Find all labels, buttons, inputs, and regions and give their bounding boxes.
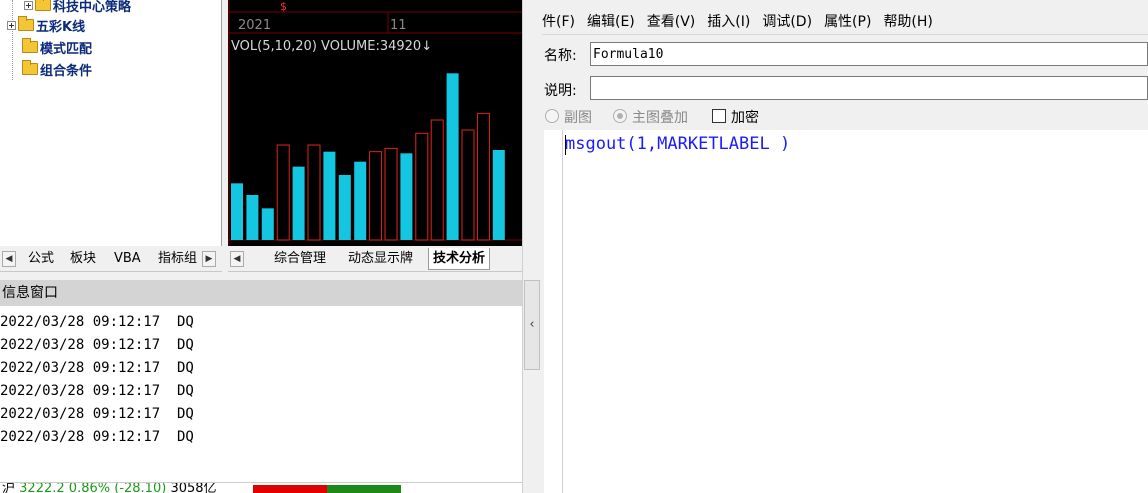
volume-bar	[461, 129, 475, 241]
menu-edit[interactable]: 编辑(E)	[581, 11, 641, 31]
code-editor[interactable]: msgout(1,MARKETLABEL )	[562, 130, 1148, 493]
expand-icon[interactable]	[7, 20, 16, 30]
volume-bar	[415, 132, 429, 241]
code-constant: MARKETLABEL	[657, 134, 770, 154]
chart-marker: $	[280, 0, 287, 13]
chart-year-label: 2021	[238, 18, 271, 33]
volume-bar	[369, 151, 383, 241]
log-line: 2022/03/28 09:12:17 DQ	[0, 406, 194, 422]
menu-debug[interactable]: 调试(D)	[756, 11, 818, 31]
expand-icon[interactable]	[24, 0, 33, 10]
tab-formula[interactable]: 公式	[24, 248, 58, 270]
chart-tab-scroll-left-button[interactable]: ◀	[230, 251, 244, 267]
volume-bar	[246, 195, 259, 240]
folder-icon	[22, 60, 38, 75]
market-status-bar: 沪 3222.2 0.86% (-28.10) 3058亿	[0, 482, 522, 493]
volume-bar	[307, 144, 321, 241]
volume-bars	[231, 73, 505, 241]
name-label: 名称:	[544, 48, 577, 64]
volume-bar	[446, 73, 459, 240]
folder-icon	[35, 0, 51, 11]
log-line: 2022/03/28 09:12:17 DQ	[0, 429, 194, 445]
encrypt-label: 加密	[731, 110, 759, 126]
info-window-log[interactable]: 2022/03/28 09:12:17 DQ 2022/03/28 09:12:…	[0, 306, 522, 482]
index-turnover: 3058亿	[170, 482, 217, 493]
main-overlay-radio[interactable]	[613, 109, 627, 123]
decline-bar	[327, 485, 401, 493]
tab-dynamic-display[interactable]: 动态显示牌	[344, 248, 424, 270]
tree-guide-line	[12, 0, 13, 80]
code-args: (1,	[626, 134, 658, 154]
subchart-label: 副图	[564, 110, 592, 126]
tab-general-management[interactable]: 综合管理	[270, 248, 330, 270]
subchart-radio[interactable]	[545, 109, 559, 123]
menu-view[interactable]: 查看(V)	[641, 11, 702, 31]
chart-tab-bar: ◀ 综合管理 动态显示牌 技术分析	[228, 246, 522, 272]
tab-indicator-group[interactable]: 指标组	[154, 248, 204, 270]
tree-item-pattern-match[interactable]: 模式匹配	[22, 37, 92, 57]
index-readout: 沪 3222.2 0.86% (-28.10) 3058亿	[2, 482, 217, 493]
tab-scroll-left-button[interactable]: ◀	[2, 251, 16, 267]
tree-item-label: 科技中心策略	[53, 0, 132, 15]
volume-bar	[492, 150, 505, 240]
tree-item-combined-condition[interactable]: 组合条件	[22, 59, 92, 79]
left-tab-bar: ◀ 公式 板块 VBA 指标组 ▶	[0, 246, 222, 272]
index-change-abs: (-28.10)	[114, 482, 167, 493]
tree-item-label: 组合条件	[40, 63, 93, 79]
tree-item-tech-center-strategy[interactable]: 科技中心策略	[24, 0, 131, 15]
volume-bar	[354, 161, 367, 240]
window-splitter[interactable]	[522, 0, 542, 493]
folder-icon	[18, 16, 34, 31]
volume-bar	[400, 153, 413, 240]
index-value: 3222.2	[19, 482, 65, 493]
info-gap	[0, 272, 522, 280]
info-window-title: 信息窗口	[0, 280, 522, 306]
tree-item-label: 模式匹配	[40, 41, 93, 57]
chart-month-label: 11	[390, 18, 407, 33]
menu-properties[interactable]: 属性(P)	[818, 11, 877, 31]
volume-bar	[384, 147, 398, 241]
volume-chart[interactable]: $ 2021 11 VOL(5,10,20) VOLUME:34920↓	[228, 0, 522, 246]
formula-editor: 文件(F) 编辑(E) 查看(V) 插入(I) 调试(D) 属性(P) 帮助(H…	[522, 0, 1148, 493]
volume-bar	[476, 112, 490, 241]
code-gutter	[544, 130, 562, 493]
index-name: 沪	[2, 482, 16, 493]
code-function: msgout	[565, 134, 627, 154]
menu-divider	[522, 34, 1148, 35]
index-change-pct: 0.86%	[68, 482, 111, 493]
log-line: 2022/03/28 09:12:17 DQ	[0, 383, 194, 399]
collapse-panel-button[interactable]: ‹	[524, 280, 540, 370]
description-label: 说明:	[544, 83, 577, 99]
volume-bar	[276, 144, 290, 241]
tab-vba[interactable]: VBA	[110, 248, 145, 270]
volume-bar	[338, 175, 351, 240]
log-line: 2022/03/28 09:12:17 DQ	[0, 314, 194, 330]
volume-bar	[231, 183, 243, 240]
encrypt-checkbox[interactable]	[712, 109, 726, 123]
volume-bar	[261, 208, 274, 240]
volume-bar	[323, 151, 336, 240]
code-line: msgout(1,MARKETLABEL )	[565, 134, 790, 154]
tree-item-label: 五彩K线	[36, 19, 86, 35]
formula-tree[interactable]: 科技中心策略 五彩K线 模式匹配 组合条件	[0, 0, 222, 246]
log-line: 2022/03/28 09:12:17 DQ	[0, 360, 194, 376]
menu-help[interactable]: 帮助(H)	[877, 11, 938, 31]
tab-scroll-right-button[interactable]: ▶	[202, 251, 216, 267]
code-tail: )	[769, 134, 791, 154]
tree-item-five-color-k[interactable]: 五彩K线	[7, 15, 85, 35]
formula-name-input[interactable]	[590, 42, 1148, 66]
log-line: 2022/03/28 09:12:17 DQ	[0, 337, 194, 353]
folder-icon	[22, 38, 38, 53]
volume-bar	[292, 166, 305, 240]
formula-description-input[interactable]	[590, 76, 1148, 100]
menu-insert[interactable]: 插入(I)	[701, 11, 756, 31]
advance-bar	[253, 485, 327, 493]
tab-technical-analysis[interactable]: 技术分析	[428, 248, 491, 270]
main-overlay-label: 主图叠加	[632, 110, 688, 126]
volume-bar	[430, 119, 444, 241]
chart-indicator-label: VOL(5,10,20) VOLUME:34920↓	[231, 39, 432, 54]
tab-block[interactable]: 板块	[66, 248, 100, 270]
chart-canvas: $ 2021 11 VOL(5,10,20) VOLUME:34920↓	[228, 0, 522, 246]
editor-menu-bar: 文件(F) 编辑(E) 查看(V) 插入(I) 调试(D) 属性(P) 帮助(H…	[522, 8, 1148, 34]
